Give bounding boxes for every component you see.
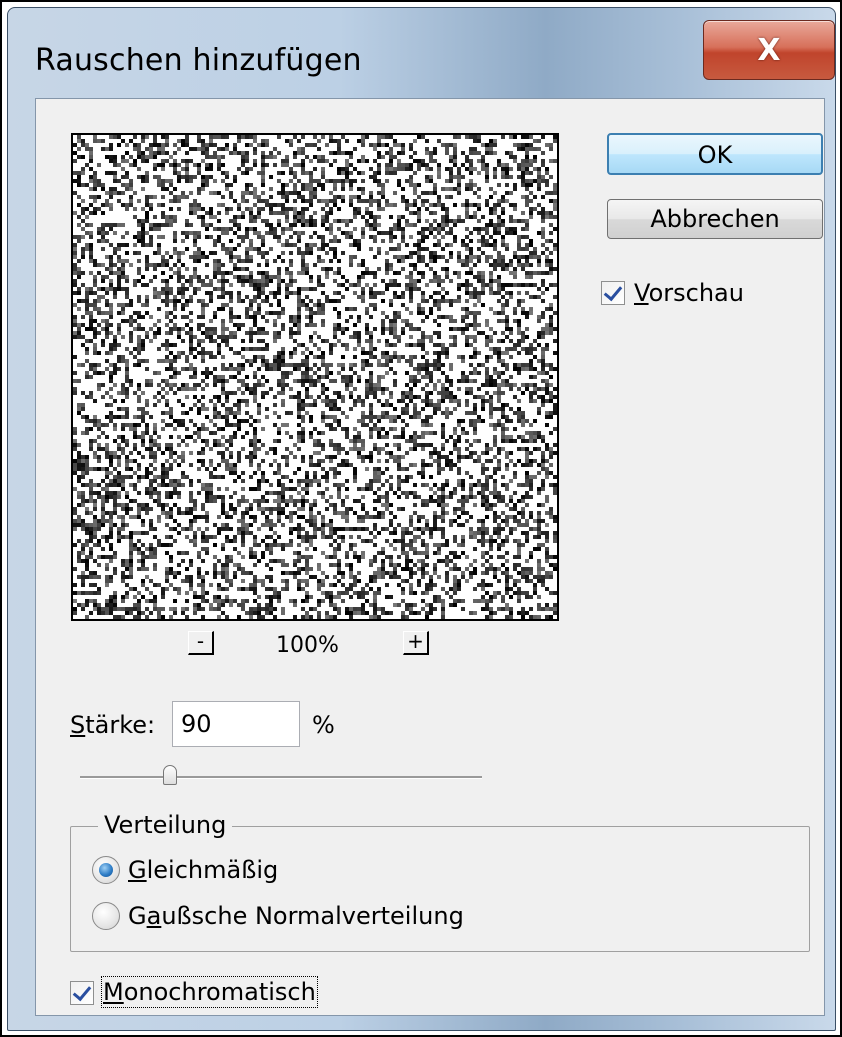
preview-checkbox[interactable] [601, 281, 625, 305]
dialog-content: - 100% + OK Abbrechen Vorschau Stärke: 9… [35, 98, 825, 1016]
zoom-in-button[interactable]: + [403, 631, 429, 655]
dialog-title: Rauschen hinzufügen [35, 43, 362, 78]
strength-slider-thumb[interactable] [163, 765, 178, 785]
close-icon: X [757, 32, 781, 68]
noise-preview-image [73, 135, 557, 619]
strength-unit: % [312, 711, 335, 739]
ok-button[interactable]: OK [607, 133, 823, 175]
strength-slider-track[interactable] [80, 776, 482, 779]
radio-gaussian-label: Gaußsche Normalverteilung [128, 902, 464, 930]
preview-checkbox-label: Vorschau [634, 279, 744, 307]
zoom-level: 100% [276, 633, 339, 658]
strength-label: Stärke: [70, 711, 156, 739]
radio-uniform-label: Gleichmäßig [128, 856, 279, 884]
distribution-group-title: Verteilung [98, 811, 233, 839]
radio-gaussian[interactable] [92, 902, 120, 930]
monochrome-checkbox-label: Monochromatisch [101, 976, 318, 1008]
cancel-button[interactable]: Abbrechen [607, 199, 823, 239]
zoom-out-button[interactable]: - [188, 631, 214, 655]
distribution-group [70, 826, 810, 952]
monochrome-checkbox[interactable] [70, 981, 94, 1005]
radio-uniform[interactable] [92, 856, 120, 884]
noise-preview[interactable] [71, 133, 559, 621]
close-button[interactable]: X [703, 20, 835, 80]
dialog-window: Rauschen hinzufügen X - 100% + OK Abbrec… [7, 7, 836, 1031]
strength-input[interactable]: 90 [172, 701, 300, 747]
